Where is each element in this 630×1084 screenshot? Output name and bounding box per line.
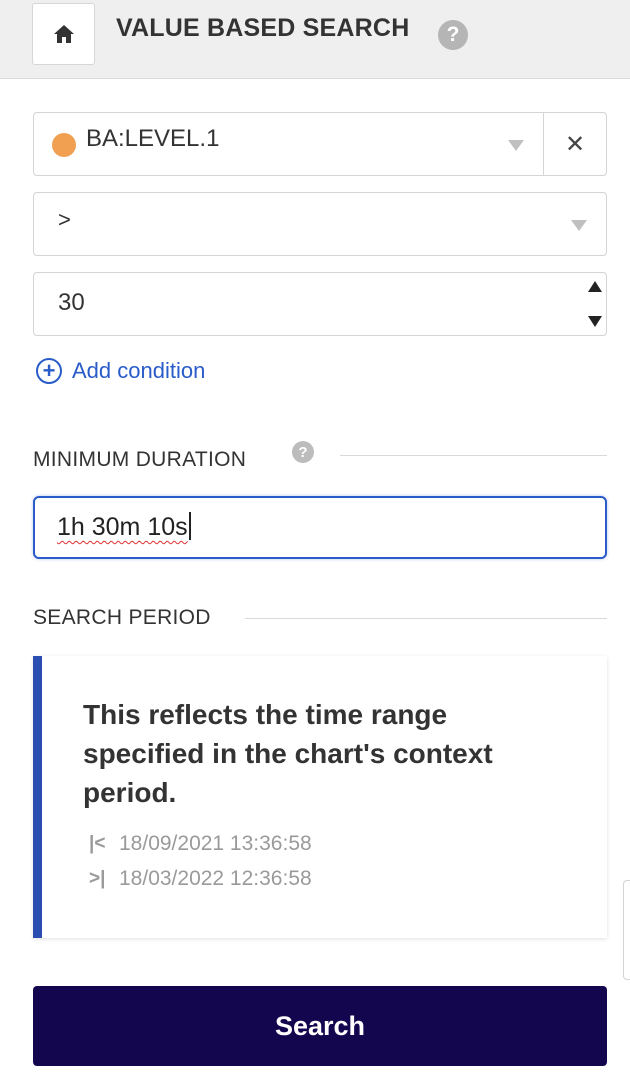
period-end-row: >| 18/03/2022 12:36:58 (89, 867, 312, 891)
page-title: VALUE BASED SEARCH (116, 14, 410, 42)
close-icon: ✕ (564, 130, 586, 158)
number-stepper[interactable] (586, 281, 604, 327)
clear-signal-button[interactable]: ✕ (543, 113, 606, 175)
operator-select[interactable]: > (33, 192, 607, 256)
period-end: 18/03/2022 12:36:58 (119, 867, 312, 890)
threshold-value: 30 (58, 289, 85, 316)
divider (340, 455, 607, 456)
search-period-card: This reflects the time range specified i… (33, 656, 607, 938)
chevron-down-icon[interactable] (508, 140, 524, 151)
divider (245, 618, 607, 619)
minimum-duration-title: MINIMUM DURATION (33, 448, 247, 471)
threshold-value-input[interactable]: 30 (33, 272, 607, 336)
add-condition-label: Add condition (72, 358, 206, 383)
panel-edge-handle[interactable] (623, 880, 630, 980)
add-condition-link[interactable]: + Add condition (36, 358, 205, 384)
home-icon (53, 25, 74, 43)
decrement-icon[interactable] (588, 316, 602, 327)
chevron-down-icon[interactable] (571, 220, 587, 231)
start-icon: |< (89, 833, 106, 854)
minimum-duration-value: 1h 30m 10s (57, 512, 191, 542)
operator-select-value: > (58, 207, 71, 232)
minimum-duration-input[interactable]: 1h 30m 10s (33, 496, 607, 559)
home-button[interactable] (32, 3, 95, 65)
add-circle-icon: + (36, 358, 62, 384)
header-bar: VALUE BASED SEARCH ? (0, 0, 630, 79)
search-period-title: SEARCH PERIOD (33, 606, 211, 629)
help-icon[interactable]: ? (438, 20, 468, 50)
period-start-row: |< 18/09/2021 13:36:58 (89, 832, 312, 856)
end-icon: >| (89, 868, 106, 889)
signal-color-dot (52, 133, 76, 157)
search-period-description: This reflects the time range specified i… (83, 699, 493, 808)
signal-select-value: BA:LEVEL.1 (86, 125, 220, 152)
search-button[interactable]: Search (33, 986, 607, 1066)
signal-select[interactable]: BA:LEVEL.1 ✕ (33, 112, 607, 176)
period-start: 18/09/2021 13:36:58 (119, 832, 312, 855)
increment-icon[interactable] (588, 281, 602, 292)
help-icon[interactable]: ? (292, 441, 314, 463)
